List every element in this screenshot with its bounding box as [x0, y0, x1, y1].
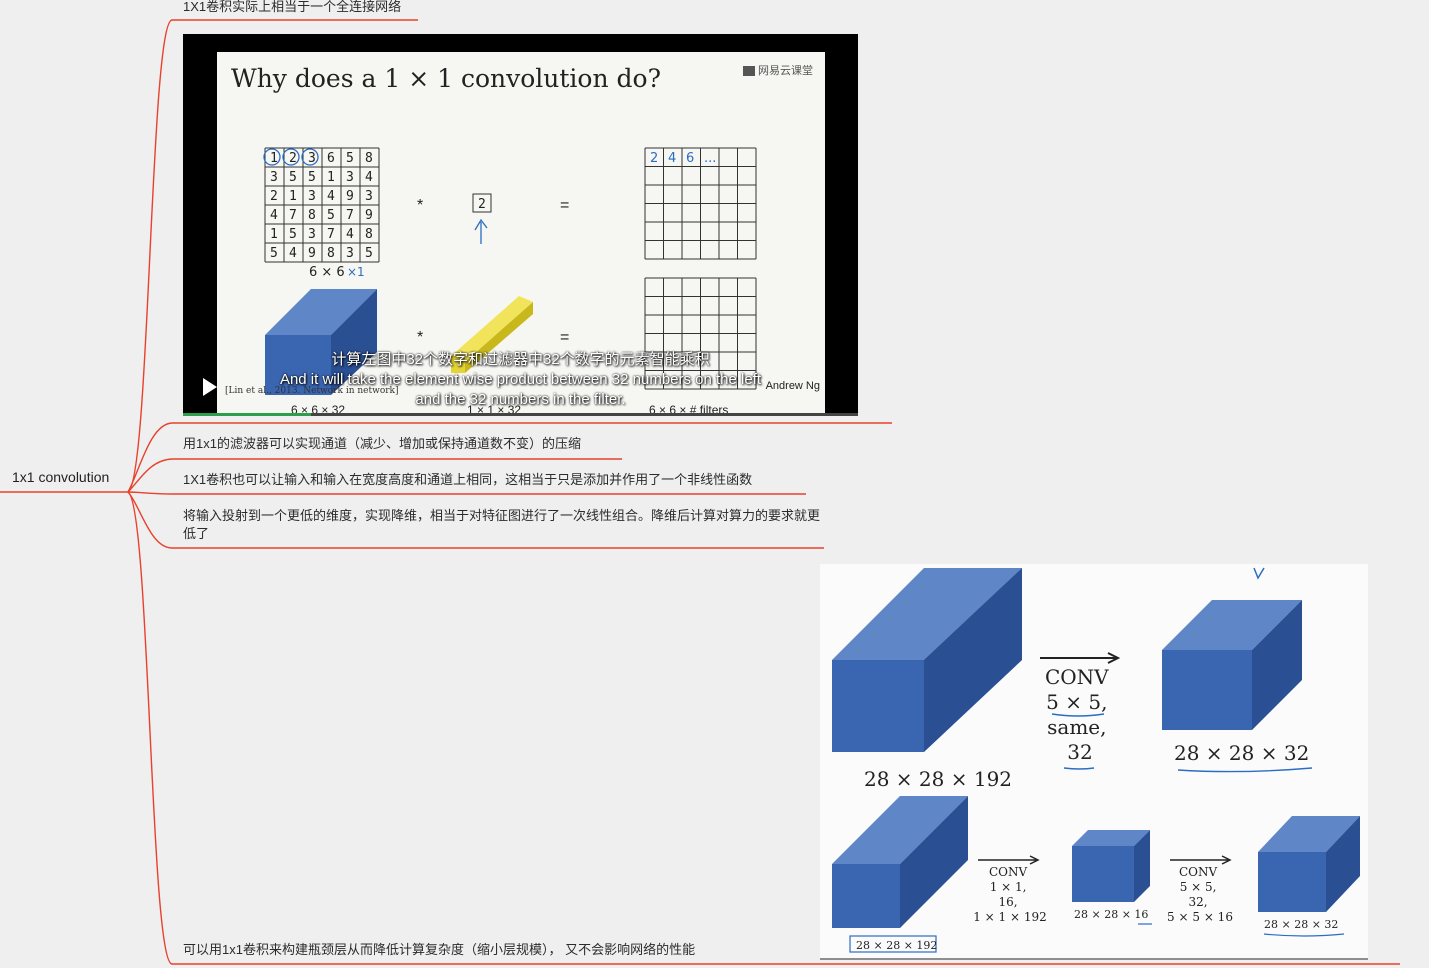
matrix-size-label: 6 × 6: [309, 265, 345, 280]
branch-text-bottleneck[interactable]: 可以用1x1卷积来构建瓶颈层从而降低计算复杂度（缩小层规模）， 又不会影响网络的…: [183, 941, 695, 959]
bottleneck-drawing: 28 × 28 × 192 CONV 5 × 5, same, 32 28 × …: [820, 567, 1368, 960]
svg-text:6: 6: [686, 151, 694, 166]
matrix-cell-value: 4: [346, 227, 354, 242]
video-progress-bar[interactable]: [183, 413, 858, 416]
matrix-cell-value: 9: [346, 189, 354, 204]
branch-text-channel-compression[interactable]: 用1x1的滤波器可以实现通道（减少、增加或保持通道数不变）的压缩: [183, 435, 581, 453]
bottom-output-volume: [1258, 816, 1360, 912]
input-volume-label: 28 × 28 × 192: [864, 767, 1012, 791]
output-volume-label: 28 × 28 × 32: [1174, 741, 1309, 765]
matrix-cell-value: 7: [327, 227, 335, 242]
filter-value: 2: [478, 197, 486, 212]
matrix-cell-value: 6: [327, 151, 335, 166]
matrix-cell-value: 8: [365, 227, 373, 242]
matrix-cell-value: 3: [365, 189, 373, 204]
matrix-cell-value: 5: [289, 170, 297, 185]
equals-symbol-2: =: [560, 329, 569, 346]
matrix-cell-value: 9: [365, 208, 373, 223]
handwritten-arrow: [474, 218, 488, 244]
matrix-cell-value: 4: [270, 208, 278, 223]
matrix-cell-value: 7: [346, 208, 354, 223]
branch-text-nonlinearity[interactable]: 1X1卷积也可以让输入和输入在宽度高度和通道上相同，这相当于只是添加并作用了一个…: [183, 471, 752, 489]
play-icon[interactable]: [203, 378, 217, 396]
matrix-cell-value: 7: [289, 208, 297, 223]
matrix-cell-value: 1: [289, 189, 297, 204]
matrix-cell-value: 4: [289, 246, 297, 261]
svg-text:4: 4: [668, 151, 676, 166]
matrix-cell-value: 5: [270, 246, 278, 261]
conv1-spec: CONV 1 × 1, 16, 1 × 1 × 192: [973, 865, 1047, 924]
equals-symbol: =: [560, 197, 569, 214]
branch-connector-4: [127, 491, 806, 495]
matrix-cell-value: 3: [346, 170, 354, 185]
matrix-cell-value: 9: [308, 246, 316, 261]
svg-text:2: 2: [650, 151, 658, 166]
matrix-cell-value: 5: [346, 151, 354, 166]
input-matrix: [264, 147, 380, 263]
video-progress-fill: [183, 413, 312, 416]
video-subtitles: 计算左图中32个数字和过滤器中32个数字的元素智能乘积 And it will …: [183, 350, 858, 410]
matrix-cell-value: 3: [308, 227, 316, 242]
multiply-symbol: *: [417, 197, 423, 214]
matrix-cell-value: 8: [365, 151, 373, 166]
matrix-cell-value: 4: [327, 189, 335, 204]
subtitle-english-1: And it will take the element wise produc…: [279, 371, 762, 388]
matrix-cell-value: 3: [308, 189, 316, 204]
multiply-symbol-2: *: [417, 329, 423, 346]
matrix-cell-value: 3: [270, 170, 278, 185]
bottom-input-volume: [832, 796, 968, 928]
subtitle-english-2: and the 32 numbers in the filter.: [415, 391, 626, 408]
matrix-cell-value: 5: [327, 208, 335, 223]
matrix-cell-value: 5: [365, 246, 373, 261]
bottom-input-label: 28 × 28 × 192: [856, 939, 937, 952]
bottom-output-label: 28 × 28 × 32: [1264, 918, 1338, 931]
branch-text-full-connection[interactable]: 1X1卷积实际上相当于一个全连接网络: [183, 0, 401, 16]
matrix-cell-value: 3: [346, 246, 354, 261]
matrix-size-note: ×1: [347, 265, 365, 279]
mid-volume-label: 28 × 28 × 16: [1074, 908, 1148, 921]
bottleneck-figure: 28 × 28 × 192 CONV 5 × 5, same, 32 28 × …: [820, 564, 1368, 960]
matrix-cell-value: 8: [327, 246, 335, 261]
matrix-cell-value: 5: [289, 227, 297, 242]
conv2-spec: CONV 5 × 5, 32, 5 × 5 × 16: [1167, 865, 1233, 924]
output-matrix: [644, 147, 757, 260]
matrix-cell-value: 4: [365, 170, 373, 185]
svg-text:...: ...: [704, 151, 716, 166]
matrix-cell-value: 1: [270, 227, 278, 242]
handwritten-down-arrow: [1253, 567, 1265, 580]
output-volume-32: [1162, 600, 1302, 730]
matrix-cell-value: 5: [308, 170, 316, 185]
input-volume-192: [832, 568, 1022, 752]
bottleneck-mid-volume: [1072, 830, 1150, 902]
matrix-cell-value: 2: [270, 189, 278, 204]
lecture-video-frame[interactable]: Why does a 1 × 1 convolution do? 网易云课堂 1…: [183, 34, 858, 416]
subtitle-chinese: 计算左图中32个数字和过滤器中32个数字的元素智能乘积: [331, 351, 710, 368]
matrix-cell-value: 8: [308, 208, 316, 223]
branch-text-dimension-reduction[interactable]: 将输入投射到一个更低的维度，实现降维，相当于对特征图进行了一次线性组合。降维后计…: [183, 507, 823, 543]
matrix-cell-value: 1: [327, 170, 335, 185]
conv-arrow: [1040, 652, 1121, 664]
root-node-label[interactable]: 1x1 convolution: [12, 469, 109, 485]
output-values: 2 4 6 ...: [650, 151, 716, 166]
